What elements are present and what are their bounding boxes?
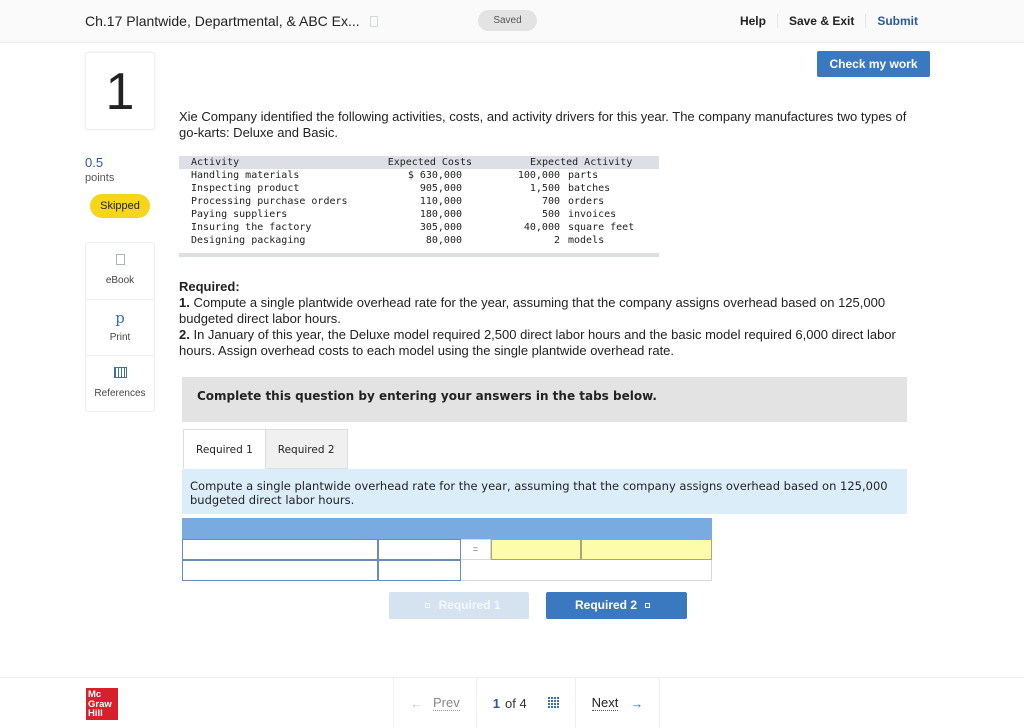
submit-link[interactable]: Submit	[865, 14, 929, 28]
table-footer-bar	[179, 253, 659, 257]
required-item1-text: Compute a single plantwide overhead rate…	[179, 295, 886, 326]
of-label: of	[504, 695, 516, 711]
tab-required-1[interactable]: Required 1	[183, 429, 266, 469]
activity-row: Insuring the factory 305,000 40,000 square …	[179, 221, 659, 234]
skipped-status-badge: Skipped	[90, 194, 150, 218]
expected-quantity: 40,000	[523, 222, 560, 233]
header-activity: Activity	[179, 156, 365, 169]
activity-unit: models	[564, 234, 659, 247]
top-nav: Help Save & Exit Submit	[729, 14, 929, 28]
next-page-button[interactable]: Next →	[574, 678, 661, 728]
numerator-value-input[interactable]	[378, 539, 461, 560]
expected-quantity: 100,000	[517, 170, 560, 181]
activity-table: Activity Expected Costs Expected Activit…	[179, 156, 659, 247]
activity-row: Processing purchase orders 110,000 700 orde…	[179, 195, 659, 208]
points-label: points	[85, 172, 115, 184]
activity-unit: orders	[568, 196, 605, 207]
required-item2-number: 2.	[179, 327, 190, 342]
expected-cost: 905,000	[364, 182, 494, 195]
expected-cost: 180,000	[364, 208, 494, 221]
expected-quantity: 2	[494, 234, 564, 247]
required-heading: Required:	[179, 279, 240, 294]
header-expected-activity: Expected Activity	[494, 156, 659, 169]
expected-quantity: 700	[541, 196, 560, 207]
chevron-right-icon	[645, 603, 650, 608]
expected-cost: $ 630,000	[407, 170, 462, 181]
points-value: 0.5	[85, 155, 104, 170]
blank-cell	[461, 560, 712, 581]
answer-row-2	[182, 560, 712, 581]
arrow-left-icon: ←	[410, 695, 423, 711]
footer: Mc Graw Hill ← Prev 1 of 4 Next →	[0, 677, 1024, 728]
current-page: 1	[492, 695, 500, 711]
required-item1-number: 1.	[179, 295, 190, 310]
save-exit-link[interactable]: Save & Exit	[776, 14, 865, 28]
expected-cost: 80,000	[364, 234, 494, 247]
next-required-button[interactable]: Required 2	[546, 592, 687, 619]
ebook-label: eBook	[105, 275, 135, 286]
references-button[interactable]: References	[86, 355, 154, 411]
pagination: ← Prev 1 of 4 Next →	[393, 678, 661, 728]
activity-unit: square feet	[568, 222, 635, 233]
print-icon: p	[115, 309, 125, 327]
answer-grid: =	[182, 518, 712, 581]
expected-quantity: 500	[494, 208, 564, 221]
expected-cost: 110,000	[419, 196, 462, 207]
print-button[interactable]: p Print	[86, 299, 154, 355]
activity-unit: batches	[564, 182, 659, 195]
ebook-icon	[115, 254, 125, 265]
page-indicator[interactable]: 1 of 4	[475, 678, 575, 728]
question-grid-icon[interactable]	[546, 697, 559, 709]
assignment-title[interactable]: Ch.17 Plantwide, Departmental, & ABC Ex.…	[85, 13, 378, 29]
tab-required-2[interactable]: Required 2	[265, 429, 348, 469]
bookmark-icon[interactable]	[369, 16, 378, 27]
print-label: Print	[109, 332, 131, 343]
mcgraw-hill-logo: Mc Graw Hill	[86, 688, 118, 720]
help-link[interactable]: Help	[729, 14, 777, 28]
answer-grid-header	[182, 518, 712, 539]
denominator-value-input[interactable]	[378, 560, 461, 581]
expected-cost: 305,000	[419, 222, 462, 233]
activity-row: Paying suppliers 180,000 500 invoices	[179, 208, 659, 221]
top-bar: Ch.17 Plantwide, Departmental, & ABC Ex.…	[0, 0, 1024, 43]
answer-tabs: Required 1 Required 2	[183, 429, 348, 469]
activity-unit: parts	[568, 170, 599, 181]
activity-unit: invoices	[564, 208, 659, 221]
activity-row: Designing packaging 80,000 2 models	[179, 234, 659, 247]
numerator-label-input[interactable]	[182, 539, 378, 560]
question-intro: Xie Company identified the following act…	[179, 109, 907, 140]
saved-status-badge: Saved	[478, 10, 537, 31]
equals-sign: =	[461, 539, 491, 560]
chevron-left-icon	[425, 603, 431, 608]
references-icon	[113, 367, 127, 378]
check-my-work-button[interactable]: Check my work	[817, 51, 930, 77]
instructions-box: Complete this question by entering your …	[182, 377, 907, 422]
activity-name: Inspecting product	[179, 182, 365, 195]
activity-name: Handling materials	[191, 170, 300, 181]
activity-name: Insuring the factory	[191, 222, 312, 233]
prev-page-button[interactable]: ← Prev	[393, 678, 476, 728]
arrow-right-icon: →	[630, 695, 644, 711]
activity-row: Handling materials $ 630,000 100,000 parts	[179, 169, 659, 182]
activity-table-header: Activity Expected Costs Expected Activit…	[179, 156, 659, 169]
activity-row: Inspecting product 905,000 1,500 batches	[179, 182, 659, 195]
rate-value-input[interactable]	[491, 539, 581, 560]
activity-name: Paying suppliers	[179, 208, 365, 221]
answer-row-1: =	[182, 539, 712, 560]
rate-label-input[interactable]	[581, 539, 712, 560]
ebook-button[interactable]: eBook	[86, 243, 154, 299]
expected-quantity: 1,500	[494, 182, 564, 195]
header-expected-costs: Expected Costs	[364, 156, 494, 169]
denominator-label-input[interactable]	[182, 560, 378, 581]
tools-panel: eBook p Print References	[85, 242, 155, 412]
tab-description: Compute a single plantwide overhead rate…	[182, 469, 907, 514]
question-number: 1	[85, 52, 155, 130]
total-pages: 4	[519, 695, 527, 711]
activity-name: Processing purchase orders	[191, 196, 348, 207]
references-label: References	[94, 388, 146, 399]
prev-required-button[interactable]: Required 1	[389, 592, 529, 619]
activity-name: Designing packaging	[179, 234, 365, 247]
required-section: Required: 1. Compute a single plantwide …	[179, 279, 924, 359]
required-item2-text: In January of this year, the Deluxe mode…	[179, 327, 896, 358]
